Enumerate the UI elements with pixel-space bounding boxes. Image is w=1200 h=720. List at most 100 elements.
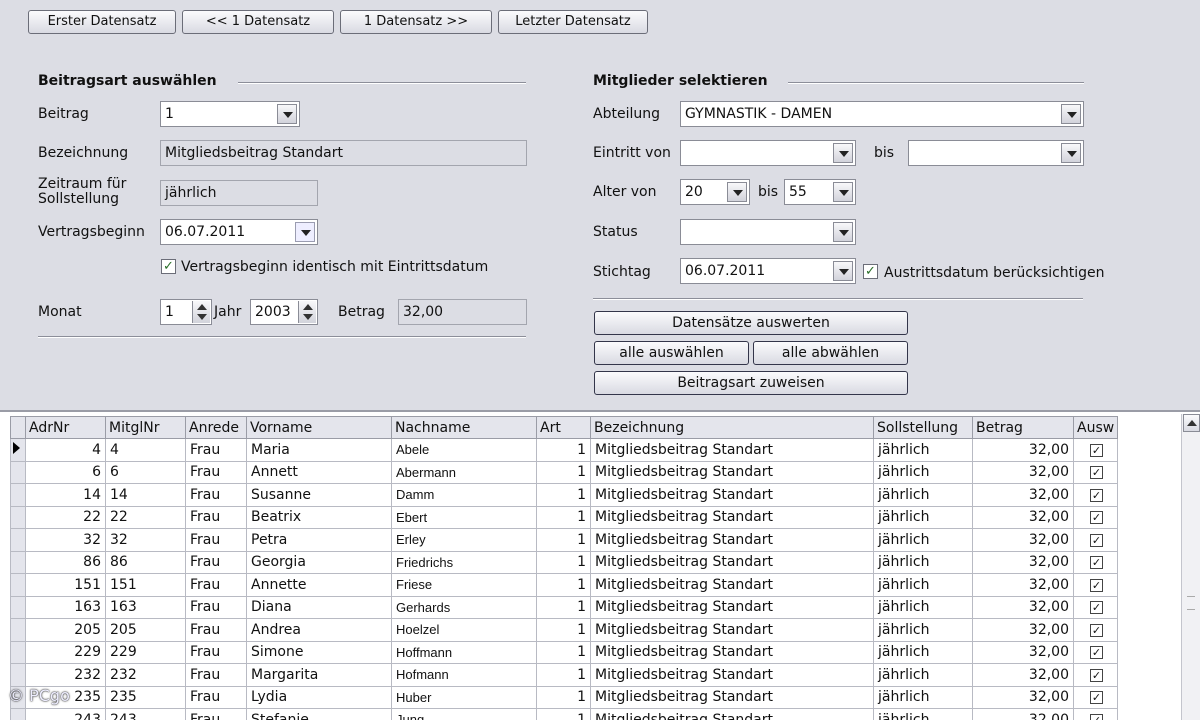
alle-auswaehlen-button[interactable]: alle auswählen	[594, 341, 749, 365]
chevron-down-icon[interactable]	[833, 143, 853, 163]
cell-ausw[interactable]: ✓	[1072, 483, 1119, 507]
chevron-down-icon[interactable]	[1061, 143, 1081, 163]
column-header-vorname[interactable]: Vorname	[246, 416, 392, 439]
alle-abwaehlen-button[interactable]: alle abwählen	[753, 341, 908, 365]
ausw-checkbox[interactable]: ✓	[1090, 668, 1103, 682]
row-selector[interactable]	[10, 708, 26, 720]
ausw-checkbox[interactable]: ✓	[1090, 556, 1103, 570]
ausw-checkbox[interactable]: ✓	[1090, 713, 1103, 720]
column-header-mitglnr[interactable]: MitglNr	[105, 416, 186, 439]
chevron-down-icon[interactable]	[727, 182, 747, 202]
column-header-sollstellung[interactable]: Sollstellung	[873, 416, 973, 439]
chevron-down-icon[interactable]	[1061, 104, 1081, 124]
alter-von-select[interactable]: 20	[680, 179, 750, 205]
row-selector[interactable]	[10, 505, 26, 529]
cell-ausw[interactable]: ✓	[1072, 528, 1119, 552]
next-record-button[interactable]: 1 Datensatz >>	[340, 10, 492, 34]
cell-ausw[interactable]: ✓	[1072, 663, 1119, 687]
row-selector[interactable]	[10, 528, 26, 552]
cell-ausw[interactable]: ✓	[1072, 595, 1119, 619]
column-header-ausw[interactable]: Ausw	[1072, 416, 1119, 439]
ausw-checkbox[interactable]: ✓	[1090, 466, 1103, 480]
table-row[interactable]: 235 235 Frau Lydia Huber 1 Mitgliedsbeitrag St…	[10, 685, 1119, 709]
table-row[interactable]: 4 4 Frau Maria Abele 1 Mitgliedsbeitrag Standa…	[10, 438, 1119, 462]
beitrag-select[interactable]: 1	[160, 101, 300, 127]
jahr-stepper[interactable]: 2003	[250, 299, 318, 325]
ausw-checkbox[interactable]: ✓	[1090, 601, 1103, 615]
row-selector[interactable]	[10, 438, 26, 462]
table-row[interactable]: 163 163 Frau Diana Gerhards 1 Mitgliedsbeitrag…	[10, 595, 1119, 619]
spinner-icon[interactable]	[298, 301, 316, 323]
ausw-checkbox[interactable]: ✓	[1090, 533, 1103, 547]
table-row[interactable]: 86 86 Frau Georgia Friedrichs 1 Mitgliedsbeitr…	[10, 550, 1119, 574]
row-selector[interactable]	[10, 460, 26, 484]
alter-bis-select[interactable]: 55	[784, 179, 856, 205]
table-row[interactable]: 6 6 Frau Annett Abermann 1 Mitgliedsbeitrag St…	[10, 460, 1119, 484]
spinner-icon[interactable]	[192, 301, 210, 323]
beitrag-label: Beitrag	[38, 106, 89, 122]
table-row[interactable]: 14 14 Frau Susanne Damm 1 Mitgliedsbeitrag Sta…	[10, 483, 1119, 507]
chevron-down-icon[interactable]	[833, 261, 853, 281]
table-row[interactable]: 22 22 Frau Beatrix Ebert 1 Mitgliedsbeitrag St…	[10, 505, 1119, 529]
ausw-checkbox[interactable]: ✓	[1090, 443, 1103, 457]
scrollbar-grip[interactable]	[1187, 596, 1195, 610]
cell-ausw[interactable]: ✓	[1072, 708, 1119, 720]
cell-ausw[interactable]: ✓	[1072, 618, 1119, 642]
austritt-checkbox[interactable]: ✓	[863, 264, 878, 279]
chevron-down-icon[interactable]	[833, 222, 853, 242]
column-header-anrede[interactable]: Anrede	[185, 416, 247, 439]
chevron-down-icon[interactable]	[833, 182, 853, 202]
scroll-up-icon[interactable]	[1183, 414, 1200, 432]
row-selector[interactable]	[10, 640, 26, 664]
column-header-adrnr[interactable]: AdrNr	[25, 416, 106, 439]
ausw-checkbox[interactable]: ✓	[1090, 691, 1103, 705]
eintritt-bis-select[interactable]	[908, 140, 1084, 166]
column-header-nachname[interactable]: Nachname	[391, 416, 537, 439]
cell-ausw[interactable]: ✓	[1072, 573, 1119, 597]
last-record-button[interactable]: Letzter Datensatz	[498, 10, 648, 34]
table-row[interactable]: 151 151 Frau Annette Friese 1 Mitgliedsbeitrag…	[10, 573, 1119, 597]
previous-record-button[interactable]: << 1 Datensatz	[182, 10, 334, 34]
row-selector[interactable]	[10, 483, 26, 507]
table-row[interactable]: 232 232 Frau Margarita Hofmann 1 Mitgliedsbeit…	[10, 663, 1119, 687]
ausw-checkbox[interactable]: ✓	[1090, 578, 1103, 592]
cell-ausw[interactable]: ✓	[1072, 550, 1119, 574]
monat-stepper[interactable]: 1	[160, 299, 212, 325]
table-row[interactable]: 243 243 Frau Stefanie Jung 1 Mitgliedsbeitrag …	[10, 708, 1119, 720]
datensaetze-auswerten-button[interactable]: Datensätze auswerten	[594, 311, 908, 335]
table-row[interactable]: 229 229 Frau Simone Hoffmann 1 Mitgliedsbeitra…	[10, 640, 1119, 664]
ausw-checkbox[interactable]: ✓	[1090, 623, 1103, 637]
ausw-checkbox[interactable]: ✓	[1090, 511, 1103, 525]
row-selector[interactable]	[10, 663, 26, 687]
row-selector[interactable]	[10, 550, 26, 574]
abteilung-select[interactable]: GYMNASTIK - DAMEN	[680, 101, 1084, 127]
row-selector[interactable]	[10, 618, 26, 642]
beitragsart-zuweisen-button[interactable]: Beitragsart zuweisen	[594, 371, 908, 395]
column-header-betrag[interactable]: Betrag	[972, 416, 1074, 439]
table-row[interactable]: 205 205 Frau Andrea Hoelzel 1 Mitgliedsbeitrag…	[10, 618, 1119, 642]
cell-ausw[interactable]: ✓	[1072, 438, 1119, 462]
cell-ausw[interactable]: ✓	[1072, 685, 1119, 709]
vertical-scrollbar[interactable]	[1181, 414, 1200, 720]
cell-sollstellung: jährlich	[873, 573, 973, 597]
cell-ausw[interactable]: ✓	[1072, 460, 1119, 484]
ausw-checkbox[interactable]: ✓	[1090, 646, 1103, 660]
table-row[interactable]: 32 32 Frau Petra Erley 1 Mitgliedsbeitrag Stan…	[10, 528, 1119, 552]
cell-ausw[interactable]: ✓	[1072, 640, 1119, 664]
cell-anrede: Frau	[185, 528, 247, 552]
ausw-checkbox[interactable]: ✓	[1090, 488, 1103, 502]
first-record-button[interactable]: Erster Datensatz	[28, 10, 176, 34]
cell-betrag: 32,00	[972, 640, 1074, 664]
identisch-checkbox[interactable]: ✓	[161, 259, 176, 274]
status-select[interactable]	[680, 219, 856, 245]
eintritt-von-select[interactable]	[680, 140, 856, 166]
cell-ausw[interactable]: ✓	[1072, 505, 1119, 529]
column-header-bezeichnung[interactable]: Bezeichnung	[590, 416, 874, 439]
column-header-art[interactable]: Art	[536, 416, 591, 439]
row-selector[interactable]	[10, 595, 26, 619]
chevron-down-icon[interactable]	[277, 104, 297, 124]
vertragsbeginn-date-field[interactable]: 06.07.2011	[160, 219, 318, 245]
calendar-dropdown-icon[interactable]	[295, 222, 315, 242]
row-selector[interactable]	[10, 573, 26, 597]
stichtag-date-field[interactable]: 06.07.2011	[680, 258, 856, 284]
